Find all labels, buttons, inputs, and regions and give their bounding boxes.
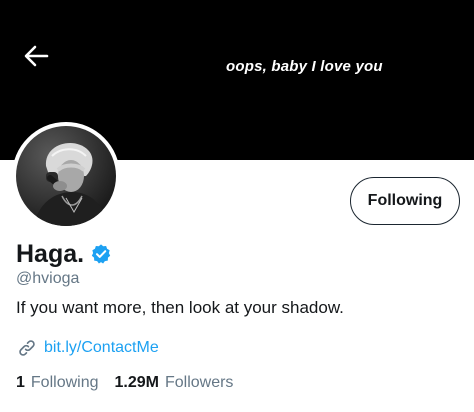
profile-link-row: bit.ly/ContactMe <box>16 337 159 359</box>
display-name: Haga. <box>16 240 85 268</box>
profile-bio: If you want more, then look at your shad… <box>16 298 344 317</box>
follow-stats: 1 Following 1.29M Followers <box>16 374 233 392</box>
following-stat[interactable]: 1 Following <box>16 374 99 392</box>
name-row: Haga. <box>16 239 112 269</box>
followers-label: Followers <box>164 374 234 391</box>
user-handle: @hvioga <box>16 270 80 287</box>
avatar[interactable] <box>12 122 120 230</box>
following-button[interactable]: Following <box>350 177 460 225</box>
following-label: Following <box>30 374 99 391</box>
back-button[interactable] <box>20 42 52 70</box>
link-icon <box>16 337 38 359</box>
arrow-left-icon <box>24 45 49 67</box>
banner-caption: oops, baby I love you <box>226 58 383 75</box>
verified-badge-icon <box>90 243 112 265</box>
following-count: 1 <box>16 374 25 391</box>
profile-page: oops, baby I love you Following Haga. @h… <box>0 0 474 412</box>
profile-link[interactable]: bit.ly/ContactMe <box>44 339 159 357</box>
followers-stat[interactable]: 1.29M Followers <box>115 374 234 392</box>
avatar-photo <box>16 126 116 226</box>
followers-count: 1.29M <box>114 374 159 391</box>
